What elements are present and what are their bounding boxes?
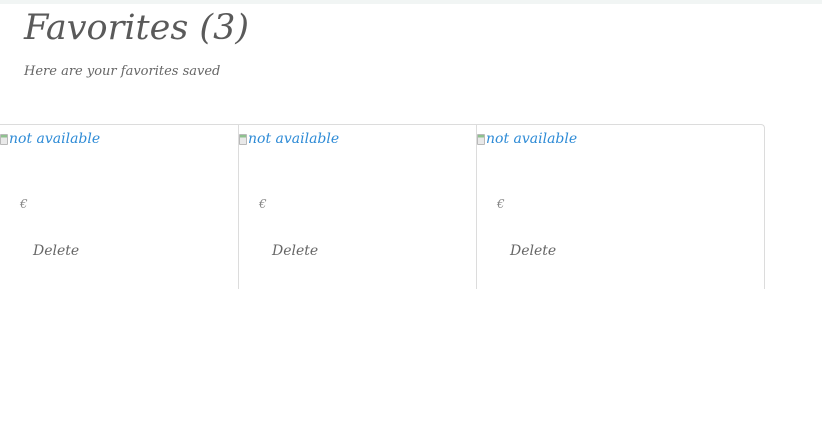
delete-button[interactable]: Delete [510,241,556,261]
product-image[interactable]: not available [477,129,577,149]
product-image[interactable]: not available [239,129,339,149]
image-alt-text[interactable]: not available [9,129,100,149]
broken-image-icon [239,133,247,145]
delete-button[interactable]: Delete [272,241,318,261]
page-subtitle: Here are your favorites saved [24,64,221,79]
price-label: € [20,197,28,211]
product-image[interactable]: not available [0,129,100,149]
delete-button[interactable]: Delete [33,241,79,261]
favorites-list: not available € Delete not available € D… [0,124,765,289]
price-label: € [259,197,267,211]
image-alt-text[interactable]: not available [248,129,339,149]
price-label: € [497,197,505,211]
page-title: Favorites (3) [24,8,249,48]
favorite-card: not available € Delete [476,125,764,289]
favorite-card: not available € Delete [238,125,477,289]
broken-image-icon [477,133,485,145]
broken-image-icon [0,133,8,145]
image-alt-text[interactable]: not available [486,129,577,149]
favorite-card: not available € Delete [0,125,239,289]
top-strip [0,0,822,4]
